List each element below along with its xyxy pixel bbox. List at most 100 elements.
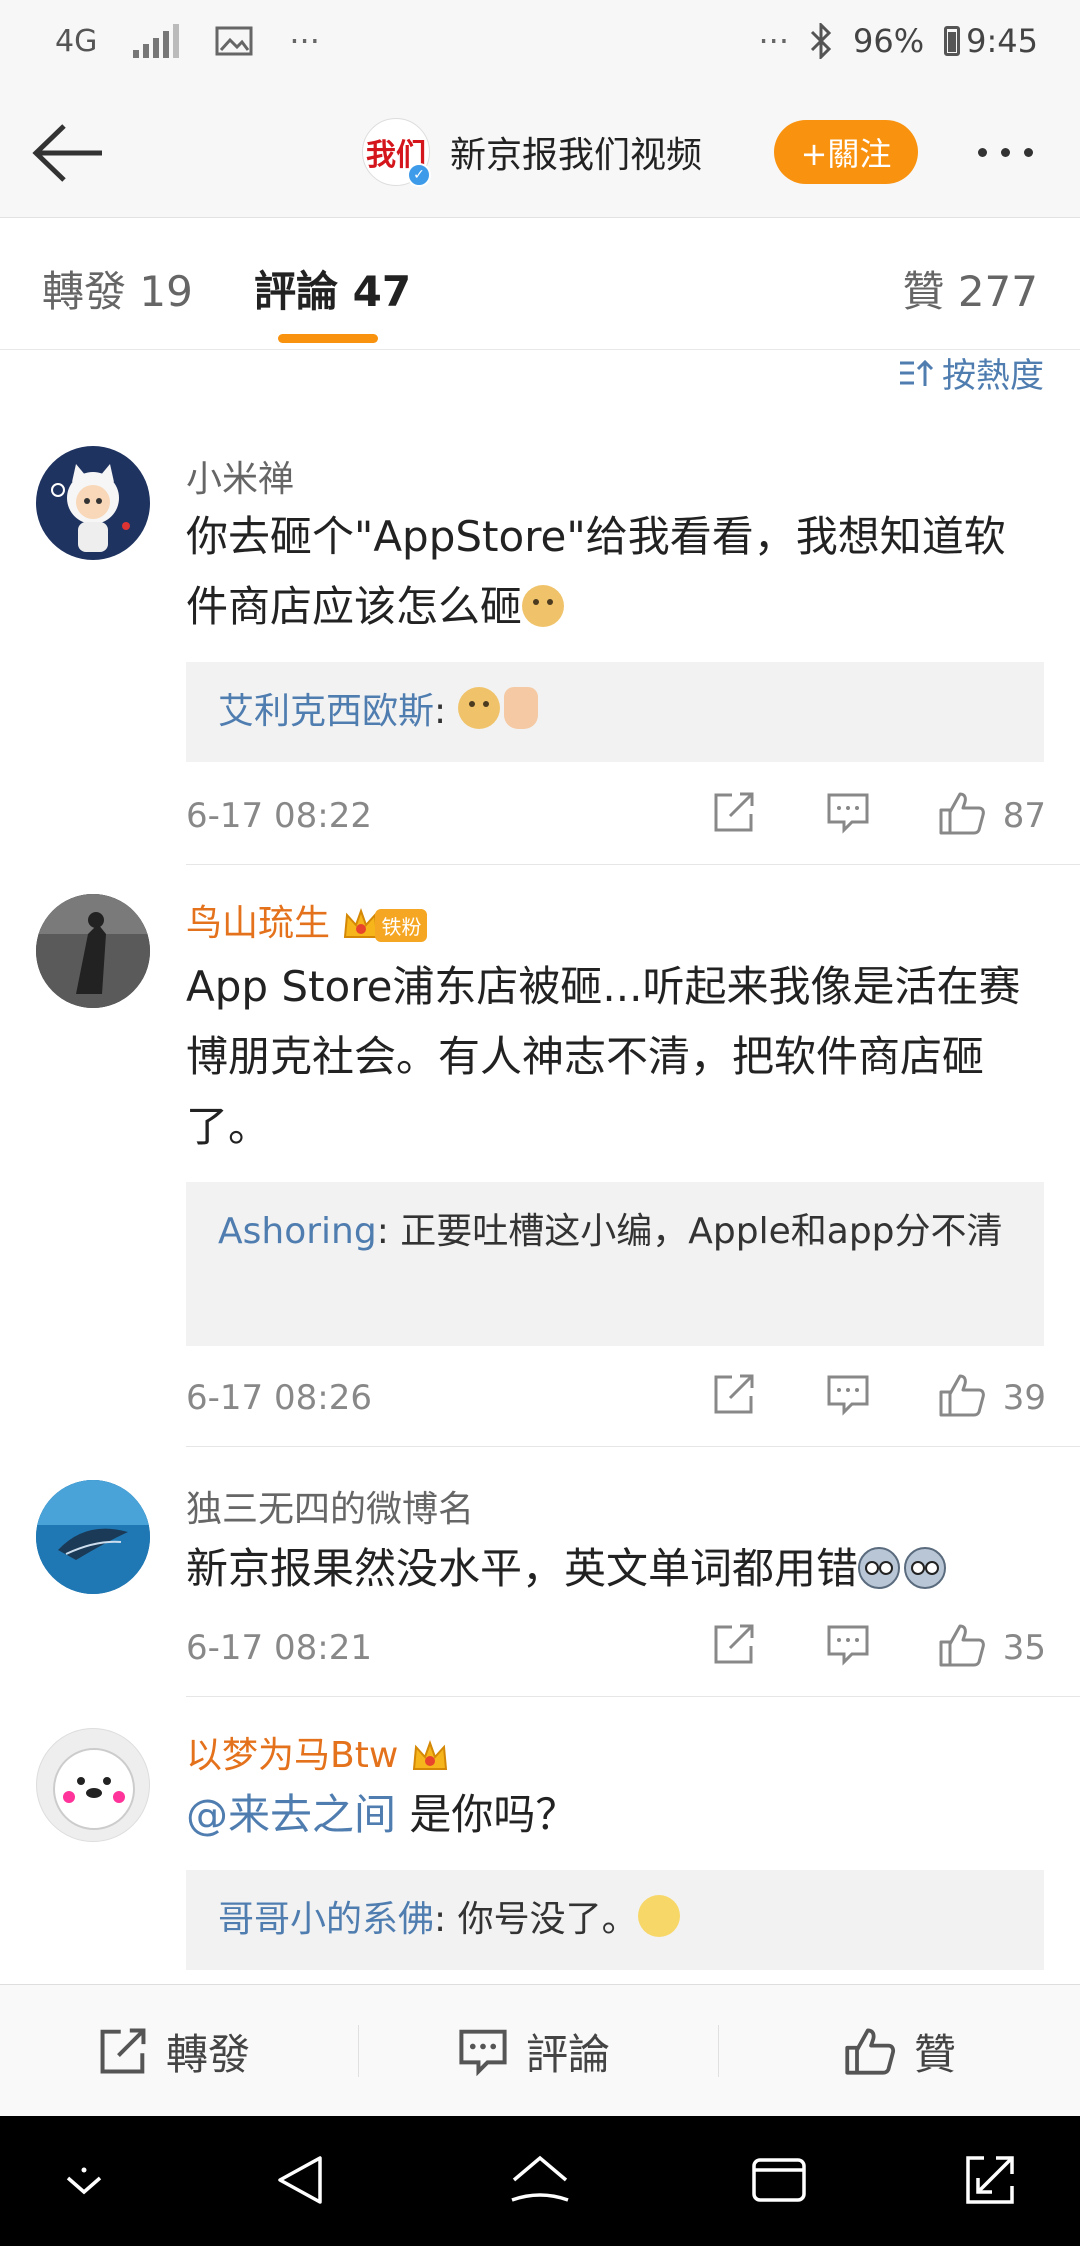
follow-button[interactable]: +關注 <box>774 120 918 184</box>
thumbs-up-emoji-icon <box>503 687 538 729</box>
avatar[interactable] <box>36 1480 150 1594</box>
recent-apps-icon[interactable] <box>750 2152 808 2208</box>
avatar[interactable] <box>36 446 150 560</box>
tab-comments[interactable]: 評論 47 <box>254 258 411 319</box>
reply-username[interactable]: Ashoring <box>218 1211 377 1252</box>
divider <box>718 2025 719 2077</box>
username-text: 鸟山琉生 <box>186 903 331 944</box>
image-icon <box>215 26 253 56</box>
reply-username[interactable]: 哥哥小的系佛 <box>218 1899 434 1940</box>
top-bar: 我们 ✓ 新京报我们视频 +關注 <box>0 90 1080 218</box>
comment-meta: 6-17 08:22 87 <box>186 790 1046 840</box>
comment-time: 6-17 08:26 <box>186 1378 372 1418</box>
thinking-emoji-icon <box>637 1895 680 1937</box>
tab-likes[interactable]: 贊 277 <box>902 258 1038 319</box>
like-count: 39 <box>1002 1378 1046 1418</box>
reply-username[interactable]: 艾利克西欧斯 <box>218 691 434 732</box>
tab-bar: 轉發 19 評論 47 贊 277 <box>0 218 1080 350</box>
comment-label: 評論 <box>526 2029 611 2079</box>
repost-button[interactable]: 轉發 <box>98 1985 250 2117</box>
status-bar: 4G ··· ··· 96% 9:45 <box>0 0 1080 90</box>
like-count: 35 <box>1002 1628 1046 1668</box>
like-button[interactable]: 贊 <box>844 1985 956 2117</box>
share-icon[interactable] <box>712 790 756 834</box>
system-navigation-bar <box>0 2116 1080 2246</box>
network-indicator: 4G <box>55 23 98 59</box>
comment-time: 6-17 08:22 <box>186 796 372 836</box>
comment-icon <box>459 2029 507 2076</box>
comment-body: 新京报果然没水平，英文单词都用错 <box>186 1544 859 1593</box>
bottom-action-bar: 轉發 評論 贊 <box>0 1984 1080 2116</box>
comment-body: 你去砸个"AppStore"给我看看，我想知道软件商店应该怎么砸 <box>186 512 1006 631</box>
divider <box>186 1446 1080 1447</box>
more-notifications-icon: ··· <box>289 22 320 60</box>
repost-label: 轉發 <box>166 2029 251 2079</box>
like-count: 87 <box>1002 796 1046 836</box>
divider <box>186 1696 1080 1697</box>
husky-emoji-icon <box>904 1547 947 1589</box>
comment-username[interactable]: 以梦为马Btw <box>186 1726 450 1778</box>
divider <box>358 2025 359 2077</box>
account-header[interactable]: 我们 ✓ 新京报我们视频 <box>362 118 702 187</box>
like-icon <box>845 2028 896 2075</box>
more-notifications-icon-right: ··· <box>758 22 790 60</box>
divider <box>186 864 1080 865</box>
avatar[interactable] <box>36 894 150 1008</box>
reply-preview[interactable]: Ashoring: 正要吐槽这小编，Apple和app分不清 <box>186 1182 1044 1346</box>
bluetooth-icon <box>810 23 832 59</box>
comment-text: 新京报果然没水平，英文单词都用错 <box>186 1534 1046 1604</box>
reply-preview[interactable]: 哥哥小的系佛: 你号没了。 <box>186 1870 1044 1970</box>
reply-text: : 你号没了。 <box>434 1899 638 1940</box>
home-nav-icon[interactable] <box>508 2152 572 2208</box>
comment-text: 你去砸个"AppStore"给我看看，我想知道软件商店应该怎么砸 <box>186 502 1046 642</box>
hide-keyboard-icon[interactable] <box>62 2164 106 2204</box>
verified-icon: ✓ <box>407 163 431 187</box>
reply-icon[interactable] <box>826 1622 870 1666</box>
account-name[interactable]: 新京报我们视频 <box>450 126 702 178</box>
clock: 9:45 <box>966 22 1038 60</box>
reply-icon[interactable] <box>826 790 870 834</box>
comment-meta: 6-17 08:26 39 <box>186 1372 1046 1422</box>
husky-emoji-icon <box>858 1547 901 1589</box>
fan-badge: 铁粉 <box>375 908 428 942</box>
account-avatar[interactable]: 我们 ✓ <box>362 118 431 187</box>
comment-text: @来去之间 是你吗？ <box>186 1780 1046 1850</box>
like-icon[interactable] <box>938 790 986 836</box>
comment-username[interactable]: 鸟山琉生 铁粉 <box>186 894 428 946</box>
reply-text: : <box>434 691 458 732</box>
avatar[interactable] <box>36 1728 150 1842</box>
sort-label: 按熱度 <box>942 356 1044 396</box>
share-icon[interactable] <box>712 1372 756 1416</box>
reply-text: : 正要吐槽这小编，Apple和app分不清 <box>376 1211 1003 1252</box>
more-options-icon[interactable] <box>978 148 1033 157</box>
doge-emoji-icon <box>522 585 565 627</box>
battery-percent: 96% <box>853 22 925 60</box>
signal-icon <box>133 24 180 58</box>
back-arrow-icon[interactable] <box>28 120 108 186</box>
username-text: 以梦为马Btw <box>186 1735 399 1776</box>
comment-button[interactable]: 評論 <box>458 1985 610 2117</box>
vip-crown-icon <box>412 1740 447 1770</box>
comment-body: 是你吗？ <box>396 1790 578 1839</box>
comment-time: 6-17 08:21 <box>186 1628 372 1668</box>
mention-link[interactable]: @来去之间 <box>186 1790 396 1839</box>
reply-icon[interactable] <box>826 1372 870 1416</box>
like-icon[interactable] <box>938 1622 986 1668</box>
share-icon[interactable] <box>712 1622 756 1666</box>
back-nav-icon[interactable] <box>272 2152 328 2208</box>
comment-meta: 6-17 08:21 35 <box>186 1622 1046 1672</box>
doge-emoji-icon <box>457 687 500 729</box>
sort-icon <box>900 359 934 386</box>
like-icon[interactable] <box>938 1372 986 1418</box>
sort-by-hot-button[interactable]: 按熱度 <box>898 348 1044 397</box>
like-label: 贊 <box>914 2029 957 2079</box>
active-tab-indicator <box>278 334 378 343</box>
comment-text: App Store浦东店被砸...听起来我像是活在赛博朋克社会。有人神志不清，把… <box>186 962 1021 1151</box>
comment-username[interactable]: 独三无四的微博名 <box>186 1480 474 1532</box>
battery-icon <box>944 26 961 56</box>
expand-screen-icon[interactable] <box>962 2152 1018 2208</box>
repost-icon <box>100 2028 146 2074</box>
tab-reposts[interactable]: 轉發 19 <box>42 258 193 319</box>
comment-username[interactable]: 小米禅 <box>186 450 294 502</box>
reply-preview[interactable]: 艾利克西欧斯: <box>186 662 1044 762</box>
